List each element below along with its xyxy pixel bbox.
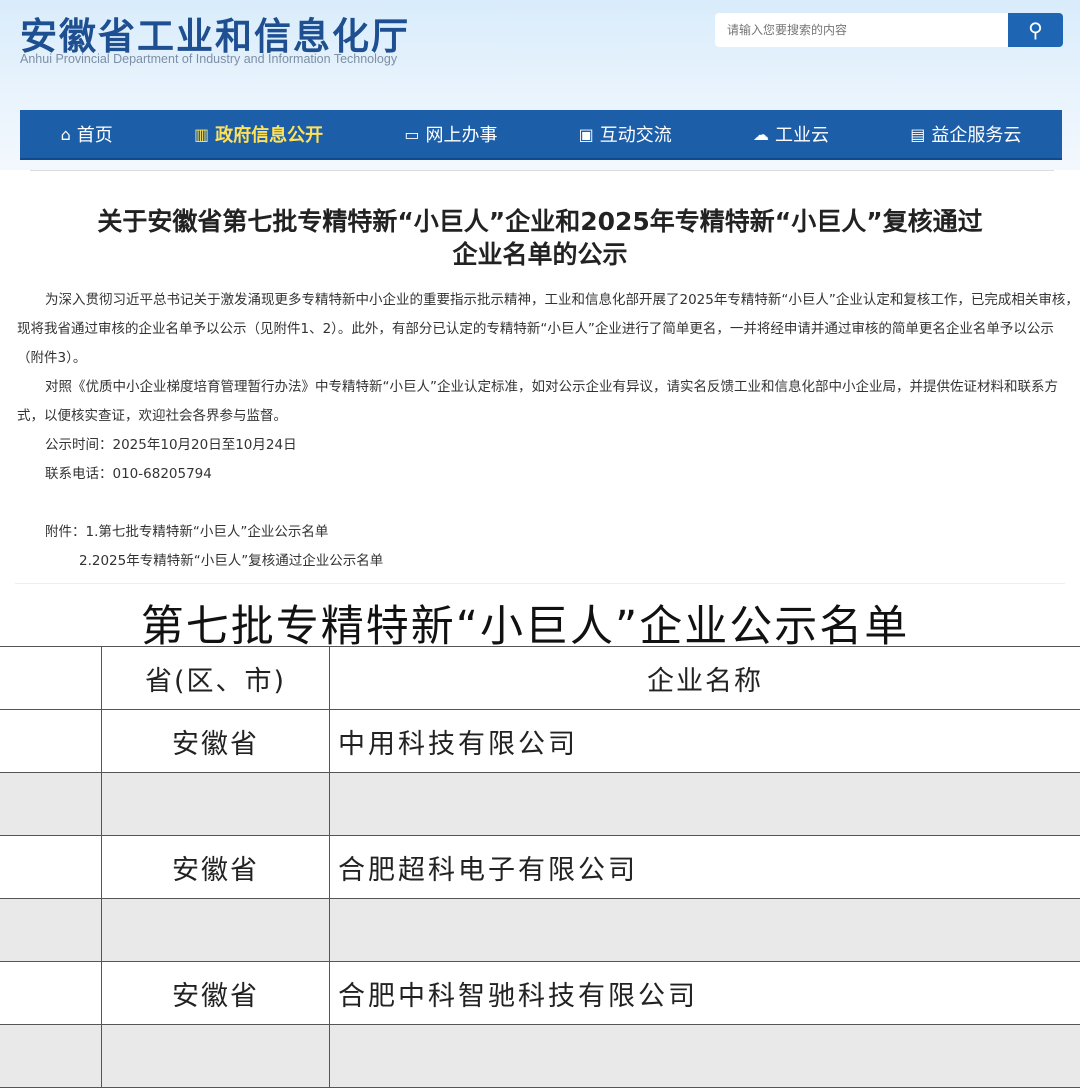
company-cell [329, 898, 1080, 962]
province-cell: 安徽省 [101, 709, 330, 773]
nav-home[interactable]: ⌂ 首页 [61, 121, 113, 147]
table-row: 安徽省 合肥超科电子有限公司 [0, 835, 1080, 899]
attachment-link[interactable]: 2.2025年专精特新“小巨人”复核通过企业公示名单 [17, 547, 1079, 576]
company-cell [329, 1024, 1080, 1088]
table-row [0, 1024, 1080, 1088]
cell [0, 1024, 102, 1088]
monitor-icon: ▭ [404, 124, 420, 144]
site-header: 安徽省工业和信息化厅 Anhui Provincial Department o… [0, 0, 1080, 170]
nav-enterprise-cloud[interactable]: ▤ 益企服务云 [910, 121, 1021, 147]
nav-online-service[interactable]: ▭ 网上办事 [404, 121, 497, 147]
search-input[interactable] [715, 13, 1008, 47]
province-cell: 安徽省 [101, 961, 330, 1025]
company-cell [329, 772, 1080, 836]
company-cell: 合肥超科电子有限公司 [329, 835, 1080, 899]
cell [0, 898, 102, 962]
site-subtitle: Anhui Provincial Department of Industry … [20, 52, 398, 66]
header-cell [0, 646, 102, 710]
search-button[interactable]: ⚲ [1008, 13, 1063, 47]
contact-phone: 联系电话：010-68205794 [45, 466, 212, 482]
header-cell: 企业名称 [329, 646, 1080, 710]
briefcase-icon: ▣ [578, 124, 594, 144]
title-line: 企业名单的公示 [452, 240, 628, 269]
province-cell [101, 1024, 330, 1088]
article-title: 关于安徽省第七批专精特新“小巨人”企业和2025年专精特新“小巨人”复核通过 企… [20, 205, 1060, 271]
nav-gov-info[interactable]: ▥ 政府信息公开 [194, 121, 323, 147]
divider [30, 170, 1054, 171]
paragraph: 为深入贯彻习近平总书记关于激发涌现更多专精特新中小企业的重要指示批示精神，工业和… [17, 292, 1079, 366]
nav-label: 互动交流 [599, 125, 672, 146]
book-icon: ▥ [193, 124, 210, 144]
main-nav: ⌂ 首页 ▥ 政府信息公开 ▭ 网上办事 ▣ 互动交流 ☁ 工业云 ▤ 益企服务云 [20, 110, 1062, 160]
search-bar: ⚲ [715, 13, 1063, 47]
cell [0, 961, 102, 1025]
cloud-icon: ☁ [753, 124, 770, 144]
province-cell [101, 898, 330, 962]
table-row: 安徽省 合肥中科智驰科技有限公司 [0, 961, 1080, 1025]
nav-label: 首页 [76, 125, 113, 146]
cell [0, 835, 102, 899]
table-row [0, 898, 1080, 962]
table-row [0, 772, 1080, 836]
header-cell: 省(区、市) [101, 646, 330, 710]
nav-industry-cloud[interactable]: ☁ 工业云 [753, 121, 829, 147]
article-body: 为深入贯彻习近平总书记关于激发涌现更多专精特新中小企业的重要指示批示精神，工业和… [17, 286, 1079, 576]
nav-interaction[interactable]: ▣ 互动交流 [579, 121, 672, 147]
nav-label: 工业云 [775, 125, 830, 146]
province-cell: 安徽省 [101, 835, 330, 899]
list-title: 第七批专精特新“小巨人”企业公示名单 [140, 602, 910, 652]
divider [15, 583, 1065, 584]
company-cell: 中用科技有限公司 [329, 709, 1080, 773]
cell [0, 709, 102, 773]
paragraph: 对照《优质中小企业梯度培育管理暂行办法》中专精特新“小巨人”企业认定标准，如对公… [17, 379, 1058, 424]
notice-period: 公示时间：2025年10月20日至10月24日 [45, 437, 297, 453]
nav-label: 网上办事 [425, 125, 498, 146]
nav-label: 益企服务云 [931, 125, 1022, 146]
table-row: 安徽省 中用科技有限公司 [0, 709, 1080, 773]
nav-label: 政府信息公开 [215, 125, 324, 146]
document-icon: ▤ [910, 124, 926, 144]
province-cell [101, 772, 330, 836]
search-icon: ⚲ [1028, 19, 1043, 42]
table-header: 省(区、市) 企业名称 [0, 646, 1080, 710]
company-cell: 合肥中科智驰科技有限公司 [329, 961, 1080, 1025]
cell [0, 772, 102, 836]
company-table: 省(区、市) 企业名称 安徽省 中用科技有限公司 安徽省 合肥超科电子有限公司 安徽… [0, 646, 1080, 1088]
attachment-link[interactable]: 附件：1.第七批专精特新“小巨人”企业公示名单 [17, 518, 1079, 547]
home-icon: ⌂ [60, 124, 71, 144]
title-line: 关于安徽省第七批专精特新“小巨人”企业和2025年专精特新“小巨人”复核通过 [97, 207, 983, 236]
